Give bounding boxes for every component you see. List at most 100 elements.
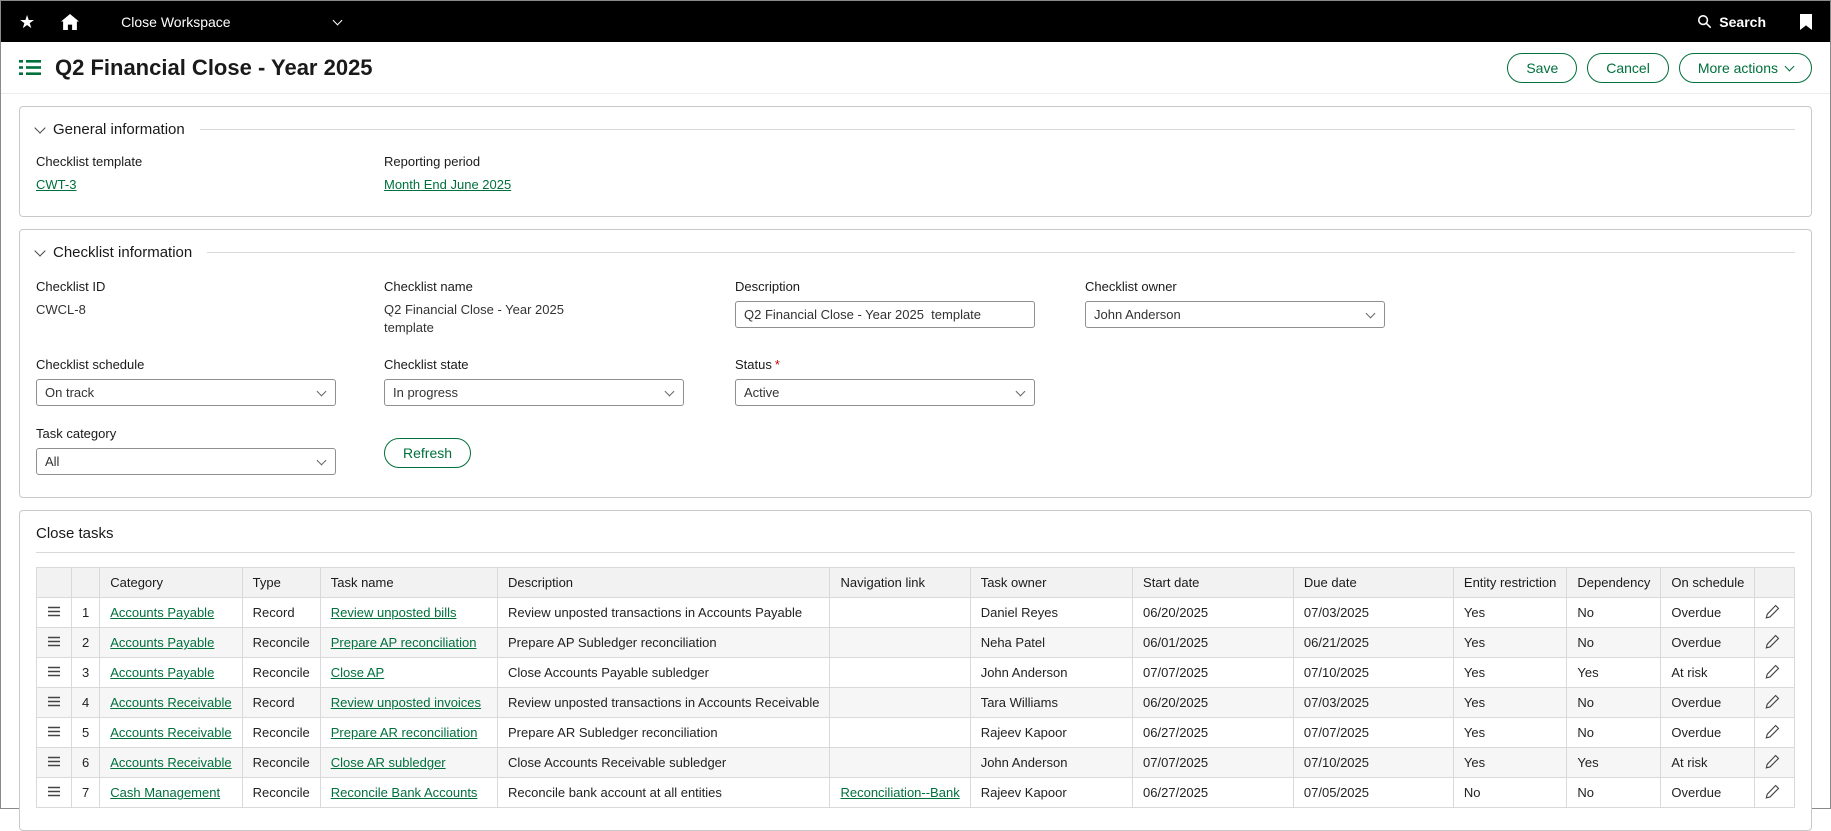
category-link[interactable]: Accounts Receivable	[110, 725, 231, 740]
page-header: Q2 Financial Close - Year 2025 Save Canc…	[1, 42, 1830, 94]
drag-handle-icon	[47, 606, 61, 617]
general-information-header[interactable]: General information	[36, 121, 1795, 138]
save-button[interactable]: Save	[1507, 53, 1577, 83]
reporting-period-link[interactable]: Month End June 2025	[384, 177, 511, 192]
drag-handle[interactable]	[47, 696, 61, 707]
refresh-button[interactable]: Refresh	[384, 438, 471, 468]
entity-restriction-cell: Yes	[1453, 598, 1566, 628]
task-name-cell: Prepare AR reconciliation	[320, 718, 497, 748]
edit-task-button[interactable]	[1765, 694, 1780, 709]
checklist-information-section: Checklist information Checklist ID CWCL-…	[19, 229, 1812, 498]
task-owner-cell: Daniel Reyes	[970, 598, 1132, 628]
section-title: Checklist information	[53, 244, 192, 261]
edit-task-button[interactable]	[1765, 724, 1780, 739]
category-cell: Accounts Receivable	[100, 688, 242, 718]
task-name-link[interactable]: Reconcile Bank Accounts	[331, 785, 478, 800]
category-cell: Accounts Payable	[100, 628, 242, 658]
table-row: 3 Accounts Payable Reconcile Close AP Cl…	[37, 658, 1795, 688]
description-cell: Reconcile bank account at all entities	[498, 778, 830, 808]
edit-task-button[interactable]	[1765, 634, 1780, 649]
category-link[interactable]: Accounts Receivable	[110, 695, 231, 710]
column-header-on-schedule: On schedule	[1661, 568, 1755, 598]
drag-handle-cell	[37, 688, 72, 718]
general-information-section: General information Checklist template C…	[19, 106, 1812, 217]
edit-task-button[interactable]	[1765, 604, 1780, 619]
field-checklist-id: Checklist ID CWCL-8	[36, 279, 384, 319]
drag-handle[interactable]	[47, 666, 61, 677]
table-row: 5 Accounts Receivable Reconcile Prepare …	[37, 718, 1795, 748]
refresh-wrap: Refresh	[384, 438, 735, 468]
search-button[interactable]: Search	[1697, 14, 1766, 30]
checklist-state-label: Checklist state	[384, 357, 735, 372]
checklist-menu-button[interactable]	[19, 59, 41, 76]
drag-column-header	[37, 568, 72, 598]
chevron-down-icon	[1785, 61, 1795, 71]
checklist-template-link[interactable]: CWT-3	[36, 177, 76, 192]
status-value: Active	[744, 385, 779, 400]
task-name-link[interactable]: Close AP	[331, 665, 384, 680]
on-schedule-cell: Overdue	[1661, 598, 1755, 628]
drag-handle-icon	[47, 756, 61, 767]
cancel-button[interactable]: Cancel	[1587, 53, 1669, 83]
entity-restriction-cell: Yes	[1453, 688, 1566, 718]
more-actions-button[interactable]: More actions	[1679, 53, 1812, 83]
table-header-row: Category Type Task name Description Navi…	[37, 568, 1795, 598]
edit-task-button[interactable]	[1765, 754, 1780, 769]
task-category-select[interactable]: All	[36, 448, 336, 475]
page-title: Q2 Financial Close - Year 2025	[55, 55, 373, 81]
due-date-cell: 07/05/2025	[1293, 778, 1453, 808]
entity-restriction-cell: No	[1453, 778, 1566, 808]
task-name-link[interactable]: Prepare AP reconciliation	[331, 635, 477, 650]
edit-task-button[interactable]	[1765, 664, 1780, 679]
checklist-state-select[interactable]: In progress	[384, 379, 684, 406]
navigation-link-cell	[830, 658, 970, 688]
status-select[interactable]: Active	[735, 379, 1035, 406]
description-cell: Close Accounts Receivable subledger	[498, 748, 830, 778]
drag-handle[interactable]	[47, 756, 61, 767]
column-header-type: Type	[242, 568, 320, 598]
task-name-link[interactable]: Review unposted bills	[331, 605, 457, 620]
navigation-link[interactable]: Reconciliation--Bank	[840, 785, 959, 800]
drag-handle-cell	[37, 748, 72, 778]
task-name-link[interactable]: Prepare AR reconciliation	[331, 725, 478, 740]
task-name-cell: Review unposted invoices	[320, 688, 497, 718]
checklist-id-label: Checklist ID	[36, 279, 384, 294]
drag-handle[interactable]	[47, 786, 61, 797]
checklist-schedule-select[interactable]: On track	[36, 379, 336, 406]
drag-handle[interactable]	[47, 636, 61, 647]
checklist-information-header[interactable]: Checklist information	[36, 244, 1795, 261]
task-owner-cell: John Anderson	[970, 658, 1132, 688]
section-title: General information	[53, 121, 185, 138]
drag-handle[interactable]	[47, 726, 61, 737]
workspace-selector[interactable]: Close Workspace	[121, 14, 341, 30]
category-link[interactable]: Accounts Receivable	[110, 755, 231, 770]
category-link[interactable]: Accounts Payable	[110, 605, 214, 620]
row-number-cell: 3	[72, 658, 100, 688]
pencil-icon	[1765, 634, 1780, 649]
row-number-cell: 2	[72, 628, 100, 658]
category-link[interactable]: Cash Management	[110, 785, 220, 800]
favorite-star-button[interactable]: ★	[19, 13, 35, 31]
category-link[interactable]: Accounts Payable	[110, 635, 214, 650]
task-name-link[interactable]: Review unposted invoices	[331, 695, 481, 710]
category-link[interactable]: Accounts Payable	[110, 665, 214, 680]
task-owner-cell: Tara Williams	[970, 688, 1132, 718]
start-date-cell: 07/07/2025	[1133, 658, 1294, 688]
task-name-link[interactable]: Close AR subledger	[331, 755, 446, 770]
task-owner-cell: Rajeev Kapoor	[970, 778, 1132, 808]
status-label: Status*	[735, 357, 1085, 372]
reporting-period-label: Reporting period	[384, 154, 1795, 169]
checklist-owner-select[interactable]: John Anderson	[1085, 301, 1385, 328]
drag-handle[interactable]	[47, 606, 61, 617]
entity-restriction-cell: Yes	[1453, 748, 1566, 778]
drag-handle-icon	[47, 786, 61, 797]
close-tasks-title: Close tasks	[36, 525, 1795, 542]
drag-handle-icon	[47, 696, 61, 707]
bookmark-button[interactable]	[1800, 14, 1812, 30]
navigation-link-cell	[830, 748, 970, 778]
description-input[interactable]	[735, 301, 1035, 328]
type-cell: Reconcile	[242, 718, 320, 748]
edit-task-button[interactable]	[1765, 784, 1780, 799]
type-cell: Record	[242, 688, 320, 718]
home-button[interactable]	[61, 14, 79, 30]
